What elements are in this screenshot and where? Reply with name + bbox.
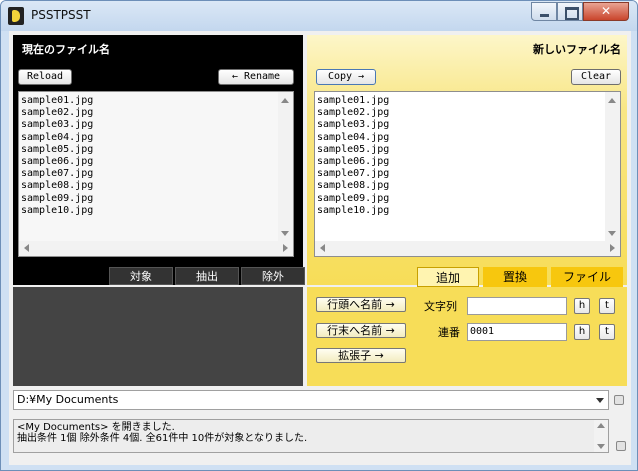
scroll-left-arrow-icon[interactable]: [320, 244, 325, 252]
log-line: 抽出条件 1個 除外条件 4個. 全61件中 10件が対象となりました.: [17, 433, 308, 444]
list-item[interactable]: sample01.jpg: [21, 95, 93, 107]
serial-head-button[interactable]: h: [574, 324, 590, 340]
dropdown-arrow-icon[interactable]: [596, 398, 604, 403]
log-option-button[interactable]: [616, 441, 626, 451]
list-item[interactable]: sample07.jpg: [317, 168, 389, 180]
copy-button[interactable]: Copy →: [316, 69, 376, 85]
horizontal-scrollbar[interactable]: [19, 241, 293, 256]
string-head-button[interactable]: h: [574, 298, 590, 314]
current-files-header: 現在のファイル名: [22, 43, 110, 56]
scroll-up-arrow-icon[interactable]: [608, 98, 616, 103]
client-area: 現在のファイル名 Reload ← Rename sample01.jpg sa…: [9, 31, 631, 465]
append-name-button[interactable]: 行末へ名前 →: [316, 323, 406, 338]
prepend-name-button[interactable]: 行頭へ名前 →: [316, 297, 406, 312]
list-item[interactable]: sample01.jpg: [317, 95, 389, 107]
log-vertical-scrollbar[interactable]: [594, 420, 608, 452]
list-item[interactable]: sample10.jpg: [317, 205, 389, 217]
current-files-list[interactable]: sample01.jpg sample02.jpg sample03.jpg s…: [18, 91, 294, 257]
scroll-up-arrow-icon[interactable]: [597, 423, 605, 428]
log-line: <My Documents> を開きました.: [17, 422, 175, 433]
string-label: 文字列: [424, 300, 457, 313]
list-item[interactable]: sample02.jpg: [21, 107, 93, 119]
string-tail-button[interactable]: t: [599, 298, 615, 314]
scroll-up-arrow-icon[interactable]: [281, 98, 289, 103]
new-files-panel: 新しいファイル名 Copy → Clear sample01.jpg sampl…: [307, 35, 627, 287]
title-bar[interactable]: PSSTPSST: [1, 1, 637, 31]
scroll-right-arrow-icon[interactable]: [610, 244, 615, 252]
vertical-scrollbar[interactable]: [605, 92, 620, 242]
tab-file[interactable]: ファイル: [551, 267, 623, 287]
scroll-left-arrow-icon[interactable]: [24, 244, 29, 252]
scroll-down-arrow-icon[interactable]: [597, 444, 605, 449]
horizontal-scrollbar[interactable]: [315, 241, 620, 256]
tab-target[interactable]: 対象: [109, 267, 173, 285]
reload-button[interactable]: Reload: [18, 69, 72, 85]
list-item[interactable]: sample08.jpg: [317, 180, 389, 192]
serial-label: 連番: [438, 326, 460, 339]
current-files-panel: 現在のファイル名 Reload ← Rename sample01.jpg sa…: [13, 35, 305, 285]
new-files-header: 新しいファイル名: [533, 43, 621, 56]
string-input[interactable]: [467, 297, 567, 315]
add-options-panel: 行頭へ名前 → 行末へ名前 → 拡張子 → 文字列 h t 連番 0001 h …: [307, 287, 627, 386]
tab-add[interactable]: 追加: [417, 267, 479, 287]
serial-tail-button[interactable]: t: [599, 324, 615, 340]
extension-button[interactable]: 拡張子 →: [316, 348, 406, 363]
scroll-right-arrow-icon[interactable]: [283, 244, 288, 252]
list-item[interactable]: sample09.jpg: [21, 193, 93, 205]
current-files-items: sample01.jpg sample02.jpg sample03.jpg s…: [21, 95, 93, 217]
window-title: PSSTPSST: [31, 8, 91, 22]
serial-input[interactable]: 0001: [467, 323, 567, 341]
scroll-down-arrow-icon[interactable]: [608, 231, 616, 236]
list-item[interactable]: sample10.jpg: [21, 205, 93, 217]
scroll-down-arrow-icon[interactable]: [281, 231, 289, 236]
list-item[interactable]: sample04.jpg: [317, 132, 389, 144]
app-window: PSSTPSST 現在のファイル名 Reload ← Rename sample…: [0, 0, 638, 471]
close-button[interactable]: [583, 2, 629, 21]
tab-extract[interactable]: 抽出: [175, 267, 239, 285]
list-item[interactable]: sample02.jpg: [317, 107, 389, 119]
folder-path-combobox[interactable]: D:¥My Documents: [13, 390, 609, 410]
app-icon: [8, 7, 24, 25]
list-item[interactable]: sample09.jpg: [317, 193, 389, 205]
rename-button[interactable]: ← Rename: [218, 69, 294, 85]
list-item[interactable]: sample08.jpg: [21, 180, 93, 192]
list-item[interactable]: sample06.jpg: [21, 156, 93, 168]
tab-exclude[interactable]: 除外: [241, 267, 305, 285]
list-item[interactable]: sample03.jpg: [21, 119, 93, 131]
folder-path-value: D:¥My Documents: [17, 393, 119, 406]
minimize-button[interactable]: [531, 2, 557, 21]
list-item[interactable]: sample05.jpg: [317, 144, 389, 156]
new-files-items: sample01.jpg sample02.jpg sample03.jpg s…: [317, 95, 389, 217]
list-item[interactable]: sample03.jpg: [317, 119, 389, 131]
list-item[interactable]: sample07.jpg: [21, 168, 93, 180]
clear-button[interactable]: Clear: [571, 69, 621, 85]
list-item[interactable]: sample06.jpg: [317, 156, 389, 168]
tab-replace[interactable]: 置換: [483, 267, 547, 287]
list-item[interactable]: sample05.jpg: [21, 144, 93, 156]
list-item[interactable]: sample04.jpg: [21, 132, 93, 144]
vertical-scrollbar[interactable]: [278, 92, 293, 242]
new-files-editor[interactable]: sample01.jpg sample02.jpg sample03.jpg s…: [314, 91, 621, 257]
path-option-button[interactable]: [614, 395, 624, 405]
maximize-button[interactable]: [557, 2, 583, 21]
status-log: <My Documents> を開きました. 抽出条件 1個 除外条件 4個. …: [13, 419, 609, 453]
filter-panel: [13, 287, 303, 386]
